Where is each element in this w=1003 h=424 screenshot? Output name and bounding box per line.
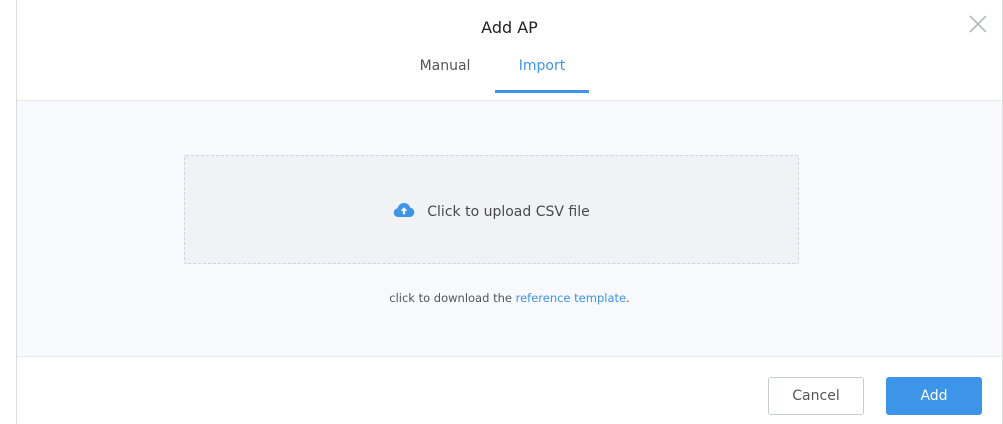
- dialog-body: Click to upload CSV file click to downlo…: [17, 101, 1002, 357]
- template-hint: click to download the reference template…: [17, 291, 1002, 305]
- dialog-footer: Cancel Add: [17, 357, 1002, 424]
- csv-upload-dropzone[interactable]: Click to upload CSV file: [184, 155, 799, 264]
- add-button[interactable]: Add: [886, 377, 982, 415]
- tab-manual[interactable]: Manual: [413, 58, 477, 74]
- hint-prefix: click to download the: [389, 291, 516, 305]
- cloud-upload-icon: [393, 202, 415, 218]
- active-tab-indicator: [495, 90, 589, 93]
- reference-template-link[interactable]: reference template: [516, 291, 626, 305]
- tab-import[interactable]: Import: [496, 58, 588, 74]
- add-ap-dialog: Add AP Manual Import Click to upload CSV…: [16, 0, 1003, 424]
- upload-row: Click to upload CSV file: [185, 202, 798, 222]
- dialog-header: Add AP Manual Import: [17, 0, 1002, 101]
- upload-label: Click to upload CSV file: [427, 204, 590, 220]
- tab-bar: Manual Import: [17, 58, 1002, 98]
- cancel-button[interactable]: Cancel: [768, 377, 864, 415]
- close-icon[interactable]: [966, 12, 990, 36]
- dialog-title: Add AP: [481, 18, 538, 37]
- hint-suffix: .: [626, 291, 630, 305]
